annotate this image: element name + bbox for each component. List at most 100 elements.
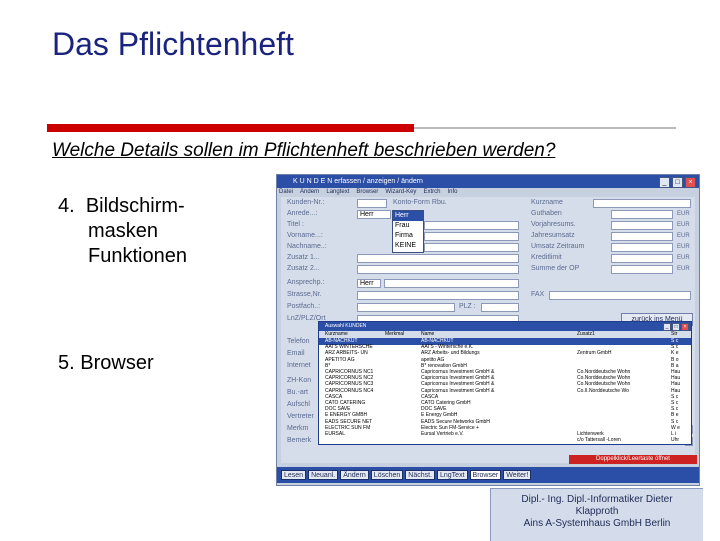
browser-minimize-icon[interactable]: _ <box>663 323 671 331</box>
bullet-5: 5. Browser <box>58 351 154 376</box>
ansprechpartner-field[interactable] <box>384 279 519 288</box>
column-header-kurzname[interactable]: Kurzname <box>325 331 381 338</box>
currency-kredit: EUR <box>677 255 690 261</box>
title-rule-red <box>47 124 414 132</box>
browser-button[interactable]: Browser <box>469 470 502 480</box>
table-cell: Uhr <box>671 437 680 444</box>
label-umsatz-zeitraum: Umsatz Zeitraum <box>531 243 585 250</box>
label-kunden-nr: Kunden-Nr.: <box>287 199 325 206</box>
umsatz-zeitraum-field <box>611 243 673 252</box>
bullet-4-line-1: Bildschirm- <box>85 195 185 217</box>
menu-info[interactable]: Info <box>447 188 457 197</box>
column-header-str[interactable]: Str <box>671 331 689 338</box>
label-internet: Internet <box>287 362 311 369</box>
strasse-field[interactable] <box>357 291 519 300</box>
currency-zeitraum: EUR <box>677 244 690 250</box>
column-header-zusatz1[interactable]: Zusatz1 <box>577 331 667 338</box>
window-titlebar[interactable]: K U N D E N erfassen / anzeigen / ändern <box>277 175 699 188</box>
browser-column-headers: Kurzname Merkmal Name Zusatz1 Str <box>319 331 691 338</box>
zusatz-1-field[interactable] <box>357 254 519 263</box>
bullet-4: 4. Bildschirm- masken Funktionen <box>58 194 258 269</box>
browser-popup: Auswahl KUNDEN _ □ × Kurzname Merkmal Na… <box>318 321 692 445</box>
maximize-icon[interactable]: □ <box>672 177 683 188</box>
naechster-button[interactable]: Nächst. <box>405 470 435 480</box>
anrede-option-frau[interactable]: Frau <box>393 221 423 231</box>
footer-credit: Dipl.- Ing. Dipl.-Informatiker Dieter Kl… <box>490 488 703 541</box>
label-zusatz-1: Zusatz 1... <box>287 254 320 261</box>
table-row[interactable]: c/o Tattersall -Loren Uhr <box>319 437 691 444</box>
browser-maximize-icon[interactable]: □ <box>672 323 680 331</box>
currency-guthaben: EUR <box>677 211 690 217</box>
label-merkmal: Merkm <box>287 425 309 432</box>
kreditlimit-field[interactable] <box>611 254 673 263</box>
browser-close-icon[interactable]: × <box>681 323 689 331</box>
label-zh-kon: ZH-Kon <box>287 377 312 384</box>
langtext-button[interactable]: LngText <box>437 470 468 480</box>
currency-op: EUR <box>677 266 690 272</box>
label-strasse: Strasse,Nr. <box>287 291 322 298</box>
menu-bar: Datei Ändern Langtext Browser Wizard-Key… <box>279 188 697 197</box>
aendern-button[interactable]: Ändern <box>340 470 369 480</box>
loeschen-button[interactable]: Löschen <box>370 470 404 480</box>
vorname-field[interactable] <box>424 232 519 241</box>
weiter-button[interactable]: Weiter! <box>503 470 532 480</box>
minimize-icon[interactable]: _ <box>659 177 670 188</box>
footer-line-2: Klapproth <box>575 506 619 517</box>
footer-line-3: Ains A-Systemhaus GmbH Berlin <box>523 518 671 529</box>
guthaben-field <box>611 210 673 219</box>
ansprechpartner-anrede-field[interactable]: Herr <box>357 279 381 288</box>
currency-vorjahr: EUR <box>677 222 690 228</box>
lesen-button[interactable]: Lesen <box>281 470 307 480</box>
plz-field[interactable] <box>481 303 519 312</box>
bullet-4-line-2: masken <box>88 220 159 242</box>
bullet-4-number: 4. <box>58 195 75 217</box>
label-plz: PLZ : <box>459 303 476 310</box>
label-vorjahresumsatz: Vorjahresums. <box>531 221 576 228</box>
label-vorname: Vorname...: <box>287 232 323 239</box>
kunden-nr-field[interactable] <box>357 199 387 208</box>
label-postfach: Postfach..: <box>287 303 321 310</box>
neuanlage-button[interactable]: Neuanl. <box>308 470 339 480</box>
bullet-5-text: Browser <box>80 352 154 374</box>
kurzname-field[interactable] <box>593 199 691 208</box>
column-header-merkmal[interactable]: Merkmal <box>385 331 417 338</box>
close-icon[interactable]: × <box>685 177 696 188</box>
window-controls: _ □ × <box>659 177 696 188</box>
zusatz-2-field[interactable] <box>357 265 519 274</box>
postfach-field[interactable] <box>357 303 455 312</box>
label-jahresumsatz: Jahresumsatz <box>531 232 575 239</box>
titel-field[interactable] <box>424 221 519 230</box>
label-ansprechpartner: Ansprechp.: <box>287 279 325 286</box>
anrede-option-firma[interactable]: Firma <box>393 231 423 241</box>
browser-titlebar[interactable]: Auswahl KUNDEN <box>319 322 691 331</box>
status-hint: Doppelklick/Leertaste öffnet <box>569 455 697 464</box>
menu-browser[interactable]: Browser <box>356 188 378 197</box>
menu-langtext[interactable]: Langtext <box>326 188 349 197</box>
bullet-5-number: 5. <box>58 352 75 374</box>
anrede-option-keine[interactable]: KEINE <box>393 241 423 251</box>
label-email: Email <box>287 350 305 357</box>
label-kurzname: Kurzname <box>531 199 563 206</box>
anrede-field[interactable]: Herr <box>357 210 391 219</box>
table-cell: c/o Tattersall -Loren <box>577 437 621 444</box>
fax-field[interactable] <box>549 291 691 300</box>
label-telefon: Telefon <box>287 338 310 345</box>
menu-datei[interactable]: Datei <box>279 188 293 197</box>
summe-op-field <box>611 265 673 274</box>
label-nachname: Nachname..: <box>287 243 327 250</box>
vorjahresumsatz-field <box>611 221 673 230</box>
label-anrede: Anrede...: <box>287 210 318 217</box>
menu-aendern[interactable]: Ändern <box>300 188 319 197</box>
label-fax: FAX <box>531 291 545 298</box>
menu-wizard-key[interactable]: Wizard-Key <box>385 188 416 197</box>
browser-rows: AB-NACHKUT AB-NACHKUT S c AATS WINTERSCHE AA… <box>319 338 691 444</box>
label-guthaben: Guthaben <box>531 210 562 217</box>
nachname-field[interactable] <box>424 243 519 252</box>
label-aufschl: Aufschl <box>287 401 310 408</box>
menu-extrch[interactable]: Extrch <box>423 188 440 197</box>
column-header-name[interactable]: Name <box>421 331 571 338</box>
bullet-4-line-3: Funktionen <box>88 245 187 267</box>
label-konto-form: Konto-Form Rbu. <box>393 199 447 206</box>
anrede-option-herr[interactable]: Herr <box>393 211 423 221</box>
label-summe-op: Summe der OP <box>531 265 580 272</box>
